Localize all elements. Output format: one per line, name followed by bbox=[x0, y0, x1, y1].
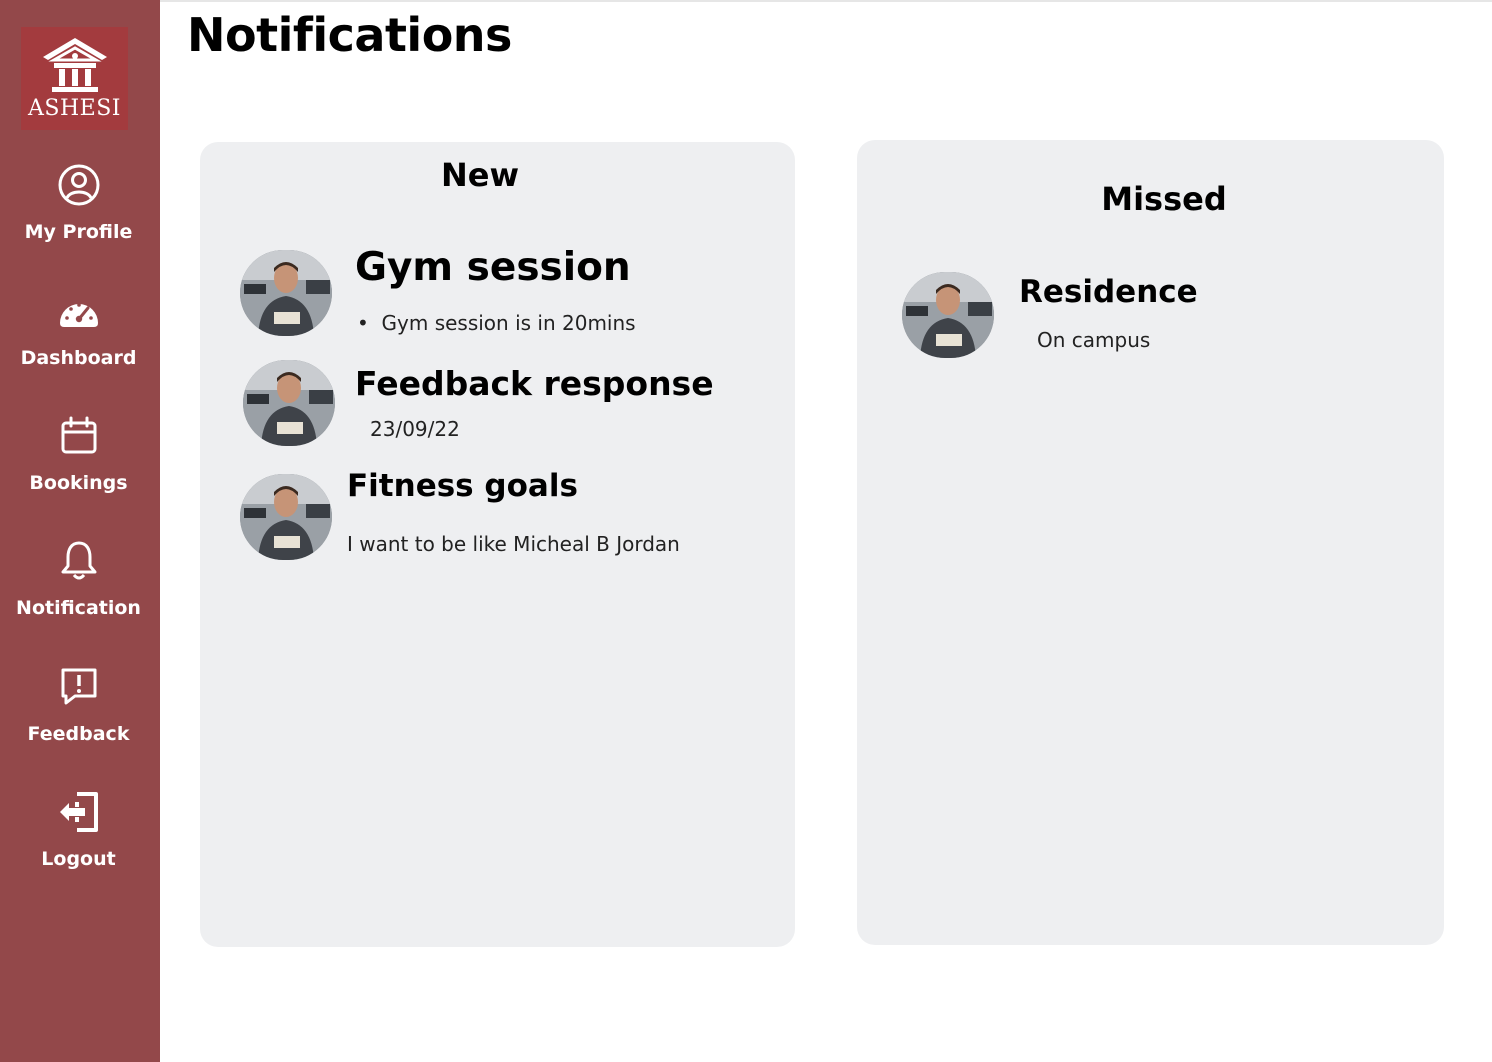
avatar bbox=[243, 360, 335, 446]
panel-title: Missed bbox=[1101, 180, 1227, 218]
logo-text: ASHESI bbox=[28, 96, 121, 121]
avatar bbox=[240, 474, 332, 560]
trainer-photo-icon bbox=[243, 360, 335, 446]
sidebar-item-bookings[interactable]: Bookings bbox=[0, 415, 160, 515]
panel-title: New bbox=[440, 156, 520, 194]
trainer-photo-icon bbox=[240, 250, 332, 336]
bullet: • bbox=[357, 311, 369, 335]
avatar bbox=[902, 272, 994, 358]
ashesi-logo[interactable]: ASHESI bbox=[21, 27, 128, 130]
trainer-photo-icon bbox=[240, 474, 332, 560]
sidebar-item-label: Feedback bbox=[27, 723, 130, 745]
alert-message-icon bbox=[61, 668, 97, 705]
missed-notifications-panel: Missed Residence On campus bbox=[857, 140, 1444, 945]
sidebar-item-label: Notification bbox=[16, 597, 141, 619]
item-subtitle: • Gym session is in 20mins bbox=[357, 311, 636, 335]
sidebar-item-dashboard[interactable]: Dashboard bbox=[0, 290, 160, 390]
sidebar-item-feedback[interactable]: Feedback bbox=[0, 666, 160, 766]
speedometer-icon bbox=[60, 303, 98, 327]
sidebar-item-label: Dashboard bbox=[20, 347, 137, 369]
trainer-photo-icon bbox=[902, 272, 994, 358]
sidebar-item-notification[interactable]: Notification bbox=[0, 540, 160, 640]
institution-icon bbox=[43, 38, 107, 92]
new-notifications-panel: New Gym session • Gym session is in 20mi… bbox=[200, 142, 795, 947]
logout-icon bbox=[60, 792, 98, 832]
item-title: Feedback response bbox=[355, 364, 714, 403]
sidebar-item-label: Logout bbox=[41, 848, 116, 870]
item-subtitle: I want to be like Micheal B Jordan bbox=[347, 532, 680, 556]
item-subtitle-text: Gym session is in 20mins bbox=[381, 311, 636, 335]
bell-icon bbox=[61, 541, 97, 580]
page-title: Notifications bbox=[187, 8, 512, 62]
item-title: Gym session bbox=[355, 245, 631, 290]
calendar-icon bbox=[61, 416, 97, 454]
item-subtitle: On campus bbox=[1037, 328, 1151, 352]
avatar bbox=[240, 250, 332, 336]
sidebar-item-logout[interactable]: Logout bbox=[0, 791, 160, 891]
sidebar-item-label: Bookings bbox=[29, 472, 128, 494]
item-subtitle: 23/09/22 bbox=[370, 417, 460, 441]
top-border bbox=[0, 0, 1492, 2]
item-title: Residence bbox=[1019, 274, 1198, 310]
sidebar: ASHESI My Profile Dashboard Bookings Not… bbox=[0, 0, 160, 1062]
item-title: Fitness goals bbox=[347, 468, 578, 504]
user-circle-icon bbox=[58, 164, 100, 206]
sidebar-item-my-profile[interactable]: My Profile bbox=[0, 164, 160, 264]
sidebar-item-label: My Profile bbox=[24, 221, 133, 243]
